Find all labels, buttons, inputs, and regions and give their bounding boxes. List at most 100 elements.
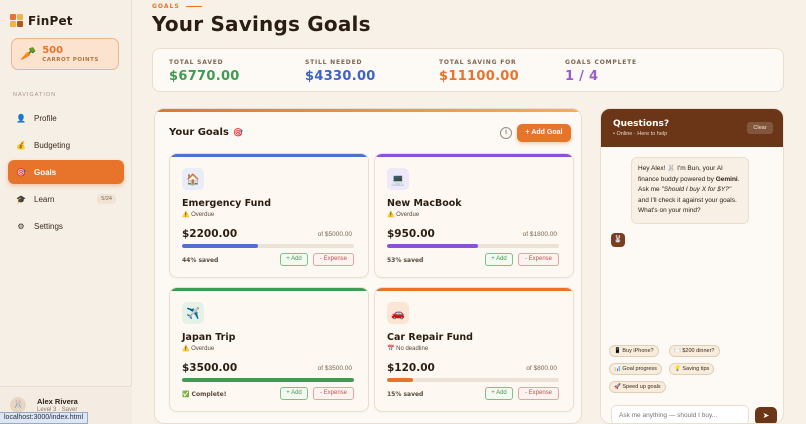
goal-name: Car Repair Fund <box>387 332 473 343</box>
suggestion-chip-saving-tips[interactable]: 💡 Saving tips <box>669 363 715 375</box>
goal-progress-fill <box>387 244 479 248</box>
sidebar-item-label: Budgeting <box>34 140 71 150</box>
add-expense-button[interactable]: - Expense <box>518 387 559 400</box>
add-funds-button[interactable]: + Add <box>280 253 308 266</box>
app-name: FinPet <box>28 14 73 28</box>
chat-header: Questions? • Online · Here to help Clear <box>601 109 783 147</box>
sidebar-item-label: Profile <box>34 113 57 123</box>
goals-title: Your Goals 🎯 <box>169 127 243 138</box>
add-goal-button[interactable]: + Add Goal <box>517 124 571 142</box>
sidebar-item-settings[interactable]: ⚙ Settings <box>8 214 124 238</box>
message-example: "Should I buy X for $Y?" <box>661 186 732 193</box>
sidebar-item-profile[interactable]: 👤 Profile <box>8 106 124 130</box>
goal-progress-track <box>182 244 354 248</box>
goal-saved-amount: $120.00 <box>387 362 435 374</box>
stat-value: $6770.00 <box>169 69 240 84</box>
carrot-icon: 🥕 <box>20 46 37 61</box>
stat-value: 1 / 4 <box>565 69 599 84</box>
carrot-points-card: 🥕 500 CARROT POINTS <box>11 38 119 70</box>
sidebar-item-learn[interactable]: 🎓 Learn 5/24 <box>8 187 124 211</box>
suggestion-chip-buy-iphone[interactable]: 📱 Buy iPhone? <box>609 345 659 357</box>
goal-name: New MacBook <box>387 198 462 209</box>
message-highlight: Gemini <box>715 175 738 183</box>
goal-percent-saved: 44% saved <box>182 257 219 264</box>
sidebar-item-label: Learn <box>34 194 55 204</box>
stats-bar: TOTAL SAVED $6770.00 STILL NEEDED $4330.… <box>152 48 784 92</box>
stat-value: $4330.00 <box>305 69 376 84</box>
house-icon: 🏠 <box>182 168 204 190</box>
goal-saved-amount: $3500.00 <box>182 362 238 374</box>
goal-progress-track <box>387 378 559 382</box>
page-title: Your Savings Goals <box>152 12 371 36</box>
add-expense-button[interactable]: - Expense <box>518 253 559 266</box>
chat-panel: Questions? • Online · Here to help Clear… <box>600 108 784 424</box>
send-icon[interactable]: ➤ <box>755 407 777 423</box>
sidebar-item-goals[interactable]: 🎯 Goals <box>8 160 124 184</box>
goal-progress-track <box>387 244 559 248</box>
goal-percent-saved: 15% saved <box>387 391 424 398</box>
goal-card-new-macbook[interactable]: 💻 New MacBook ⚠️ Overdue $950.00 of $180… <box>374 153 574 278</box>
suggestion-chip-goal-progress[interactable]: 📊 Goal progress <box>609 363 662 375</box>
chat-title: Questions? <box>613 119 670 129</box>
chat-input[interactable] <box>611 405 749 423</box>
card-accent-bar <box>375 154 573 157</box>
add-funds-button[interactable]: + Add <box>280 387 308 400</box>
goal-status: ⚠️ Overdue <box>182 212 215 218</box>
card-accent-bar <box>375 288 573 291</box>
target-icon: 🎯 <box>16 167 26 177</box>
user-name: Alex Rivera <box>37 397 78 406</box>
page-eyebrow: GOALS <box>152 3 202 10</box>
money-bag-icon: 💰 <box>16 140 26 150</box>
learn-progress-badge: 5/24 <box>97 194 116 204</box>
add-expense-button[interactable]: - Expense <box>313 253 354 266</box>
goal-progress-fill <box>387 378 413 382</box>
message-text: Ask me <box>638 186 662 193</box>
sidebar-item-budgeting[interactable]: 💰 Budgeting <box>8 133 124 157</box>
goal-card-emergency-fund[interactable]: 🏠 Emergency Fund ⚠️ Overdue $2200.00 of … <box>169 153 369 278</box>
sidebar: FinPet 🥕 500 CARROT POINTS NAVIGATION 👤 … <box>0 0 132 424</box>
goal-progress-fill <box>182 244 258 248</box>
goals-panel: Your Goals 🎯 i + Add Goal 🏠 Emergency Fu… <box>154 108 582 424</box>
chat-status: • Online · Here to help <box>613 131 668 137</box>
app-logo[interactable]: FinPet <box>10 14 73 28</box>
goal-percent-saved: ✅ Complete! <box>182 391 227 398</box>
suggestion-chip-dinner[interactable]: 🍽️ $200 dinner? <box>669 345 720 357</box>
points-value: 500 <box>42 44 64 56</box>
avatar: 🐰 <box>10 397 26 413</box>
clear-chat-button[interactable]: Clear <box>747 122 773 134</box>
goal-card-japan-trip[interactable]: ✈️ Japan Trip ⚠️ Overdue $3500.00 of $35… <box>169 287 369 412</box>
sidebar-item-label: Settings <box>34 221 63 231</box>
add-funds-button[interactable]: + Add <box>485 387 513 400</box>
message-text: Hey Alex! 🐰 I'm Bun, your AI finance bud… <box>638 165 723 183</box>
stat-label: GOALS COMPLETE <box>565 59 637 66</box>
stat-value: $11100.00 <box>439 69 520 84</box>
goal-card-car-repair-fund[interactable]: 🚗 Car Repair Fund 📅 No deadline $120.00 … <box>374 287 574 412</box>
info-icon[interactable]: i <box>500 127 512 139</box>
graduation-cap-icon: 🎓 <box>16 194 26 204</box>
suggestion-chip-speed-up-goals[interactable]: 🚀 Speed up goals <box>609 381 666 393</box>
bot-message: Hey Alex! 🐰 I'm Bun, your AI finance bud… <box>631 157 749 224</box>
eyebrow-label: GOALS <box>152 3 180 10</box>
car-icon: 🚗 <box>387 302 409 324</box>
sidebar-nav: 👤 Profile 💰 Budgeting 🎯 Goals 🎓 Learn 5/… <box>8 106 124 241</box>
goal-status: ⚠️ Overdue <box>387 212 420 218</box>
stat-label: STILL NEEDED <box>305 59 363 66</box>
stat-total-saved: TOTAL SAVED $6770.00 <box>169 59 240 84</box>
goal-saved-amount: $2200.00 <box>182 228 238 240</box>
user-icon: 👤 <box>16 113 26 123</box>
goal-target-amount: of $5000.00 <box>317 231 352 238</box>
goal-target-amount: of $800.00 <box>526 365 557 372</box>
stat-total-saving-for: TOTAL SAVING FOR $11100.00 <box>439 59 519 84</box>
bot-avatar-icon: 🐰 <box>611 233 625 247</box>
goal-status: 📅 No deadline <box>387 346 429 352</box>
stat-still-needed: STILL NEEDED $4330.00 <box>305 59 376 84</box>
gear-icon: ⚙ <box>17 221 25 231</box>
eyebrow-divider <box>185 6 202 7</box>
stat-goals-complete: GOALS COMPLETE 1 / 4 <box>565 59 637 84</box>
card-accent-bar <box>170 288 368 291</box>
add-expense-button[interactable]: - Expense <box>313 387 354 400</box>
nav-heading: NAVIGATION <box>13 92 57 98</box>
message-text: . <box>737 175 740 183</box>
add-funds-button[interactable]: + Add <box>485 253 513 266</box>
laptop-icon: 💻 <box>387 168 409 190</box>
